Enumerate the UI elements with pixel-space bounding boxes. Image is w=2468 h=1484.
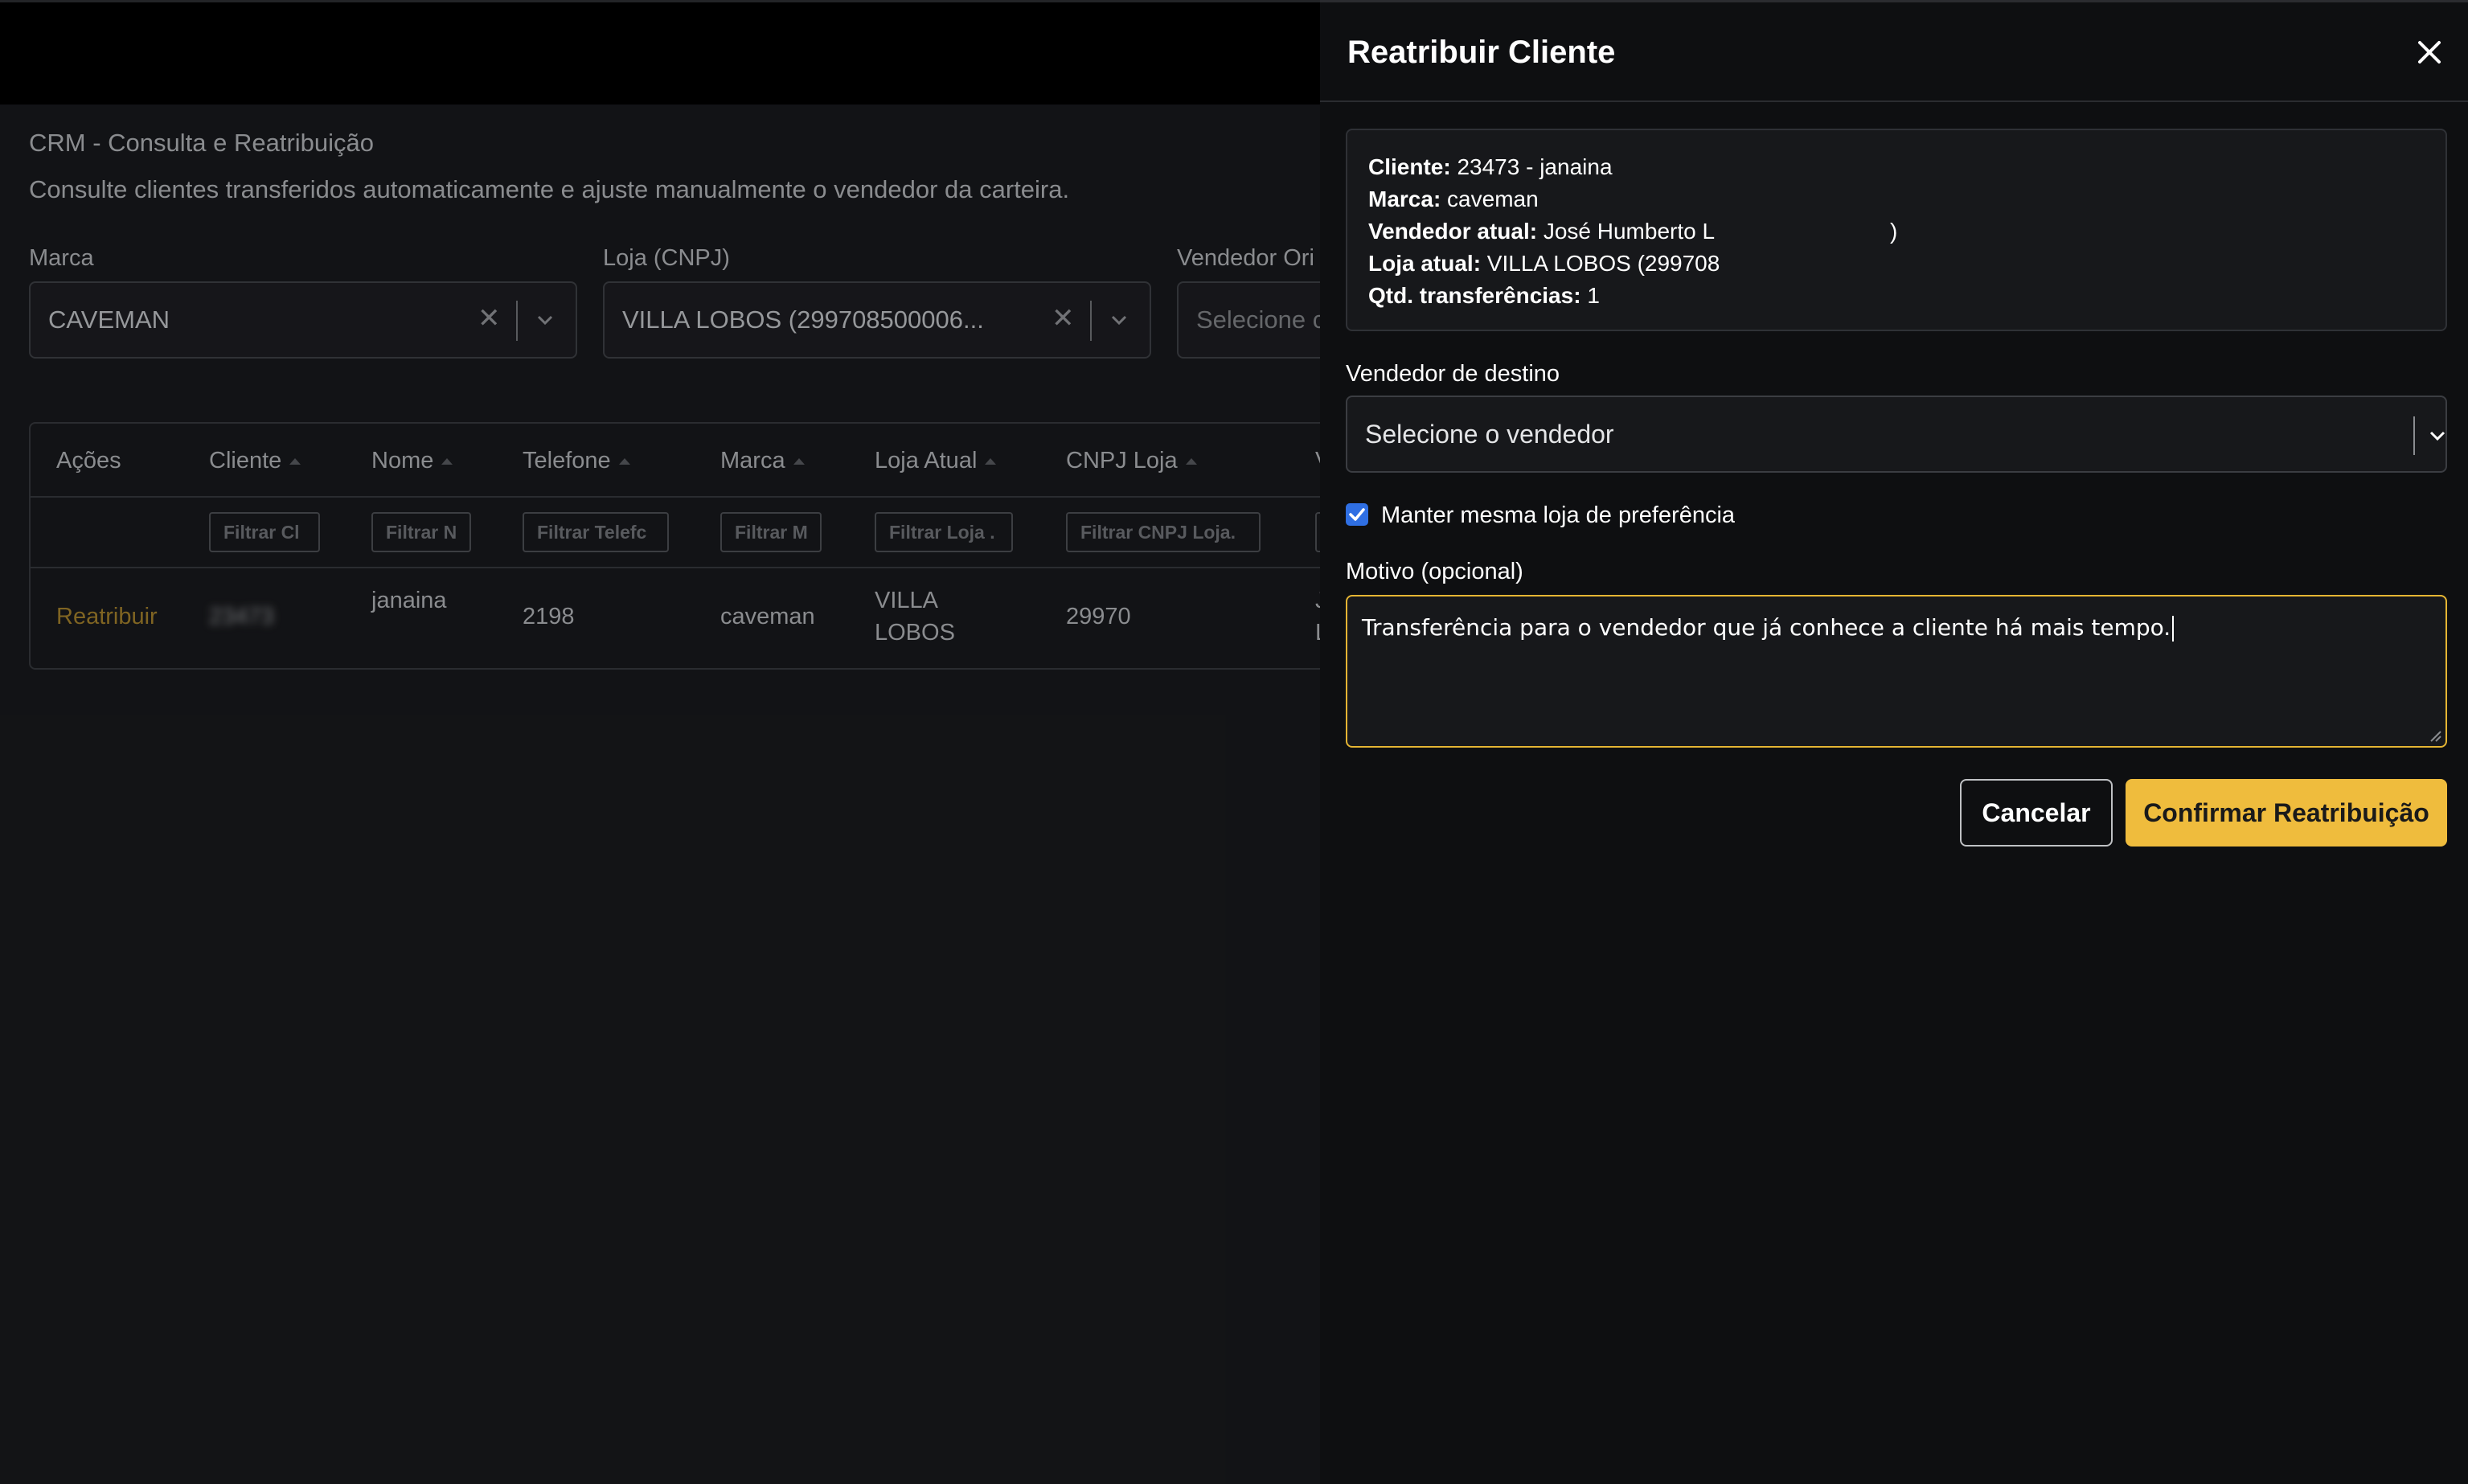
manter-loja-label[interactable]: Manter mesma loja de preferência — [1381, 502, 1735, 529]
manter-loja-checkbox[interactable] — [1346, 503, 1368, 526]
separator — [2413, 416, 2415, 455]
reassign-panel: Reatribuir Cliente Cliente: 23473 - jana… — [1320, 0, 2468, 1484]
info-marca: Marca: caveman — [1368, 187, 1539, 211]
motivo-textarea[interactable]: Transferência para o vendedor que já con… — [1346, 595, 2447, 748]
backdrop-overlay[interactable] — [0, 0, 1320, 1484]
destino-placeholder: Selecione o vendedor — [1365, 420, 1614, 449]
panel-divider — [1320, 100, 2468, 102]
info-loja: Loja atual: VILLA LOBOS (299708 — [1368, 251, 1720, 276]
destino-label: Vendedor de destino — [1346, 361, 1560, 387]
client-info-box: Cliente: 23473 - janaina Marca: caveman … — [1346, 129, 2447, 331]
check-icon — [1349, 508, 1365, 521]
motivo-label: Motivo (opcional) — [1346, 559, 1523, 584]
cancel-button[interactable]: Cancelar — [1960, 779, 2113, 847]
info-qtd: Qtd. transferências: 1 — [1368, 283, 1600, 308]
destino-select[interactable]: Selecione o vendedor — [1346, 396, 2447, 473]
confirm-reassign-button[interactable]: Confirmar Reatribuição — [2126, 779, 2447, 847]
close-icon[interactable] — [2413, 36, 2445, 68]
panel-title: Reatribuir Cliente — [1347, 35, 1616, 70]
text-caret — [2172, 616, 2175, 642]
chevron-down-icon[interactable] — [2426, 424, 2449, 447]
info-cliente: Cliente: 23473 - janaina — [1368, 154, 1613, 179]
info-vendedor: Vendedor atual: José Humberto L) — [1368, 219, 1898, 244]
resize-handle-icon[interactable] — [2426, 727, 2442, 743]
motivo-text: Transferência para o vendedor que já con… — [1362, 614, 2175, 642]
